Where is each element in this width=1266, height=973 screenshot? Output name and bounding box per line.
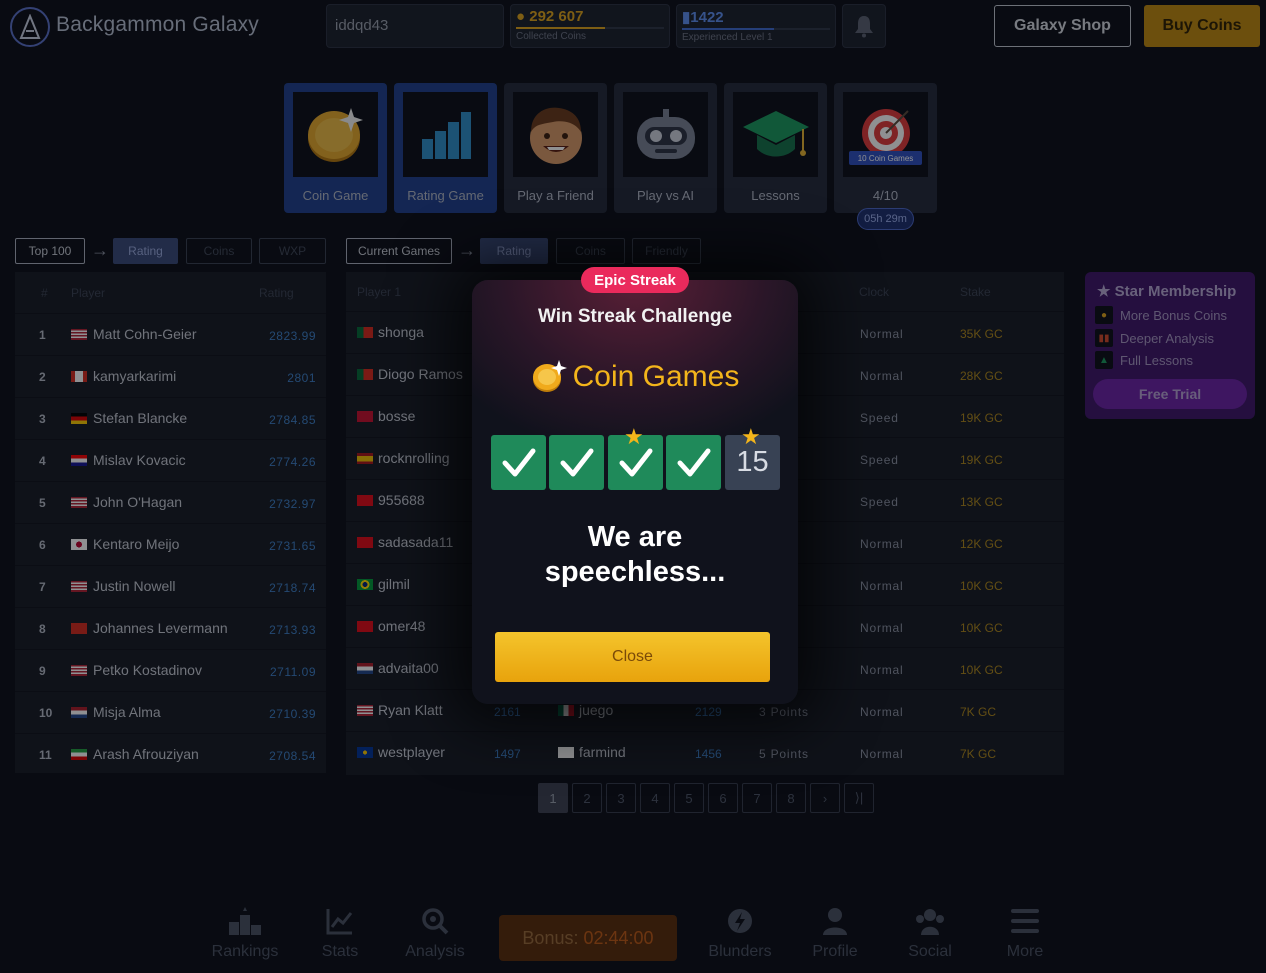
modal-title: Win Streak Challenge bbox=[537, 306, 733, 327]
check-icon bbox=[619, 448, 652, 476]
streak-check bbox=[666, 435, 721, 490]
star-icon: ★ bbox=[624, 424, 644, 449]
modal-game-type: Coin Games bbox=[472, 360, 798, 394]
streak-check bbox=[549, 435, 604, 490]
modal-message: We are speechless... bbox=[544, 521, 726, 588]
streak-check bbox=[491, 435, 546, 490]
epic-streak-badge: Epic Streak bbox=[581, 267, 689, 293]
check-icon bbox=[502, 448, 535, 476]
check-icon bbox=[560, 448, 593, 476]
check-icon bbox=[677, 448, 710, 476]
close-button[interactable]: Close bbox=[495, 632, 770, 682]
star-icon: ★ bbox=[741, 424, 761, 449]
coin-icon bbox=[532, 360, 567, 392]
